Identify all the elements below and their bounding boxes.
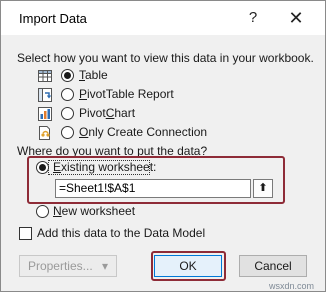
properties-label: Properties... bbox=[27, 259, 93, 273]
collapse-dialog-button[interactable]: ⬆ bbox=[253, 179, 273, 198]
pivottable-option-label[interactable]: PivotTable Report bbox=[79, 87, 174, 101]
cell-reference-input[interactable]: =Sheet1!$A$1 bbox=[55, 179, 251, 198]
pivottable-icon bbox=[37, 87, 53, 103]
dialog-title: Import Data bbox=[19, 11, 87, 26]
new-worksheet-radio[interactable] bbox=[36, 205, 49, 218]
dropdown-arrow-icon: ▾ bbox=[102, 259, 109, 273]
properties-button: Properties... ▾ bbox=[19, 255, 117, 277]
pivotchart-icon bbox=[37, 106, 53, 122]
connection-radio[interactable] bbox=[61, 126, 74, 139]
cancel-button[interactable]: Cancel bbox=[239, 255, 307, 277]
table-option-label[interactable]: Table bbox=[79, 68, 108, 82]
table-radio[interactable] bbox=[61, 69, 74, 82]
help-button[interactable]: ? bbox=[241, 7, 265, 29]
connection-option-label[interactable]: Only Create Connection bbox=[79, 125, 207, 139]
table-icon bbox=[37, 68, 53, 84]
data-model-label[interactable]: Add this data to the Data Model bbox=[37, 226, 205, 240]
import-data-dialog: Import Data ? ✕ Select how you want to v… bbox=[0, 0, 326, 292]
title-bar: Import Data ? ✕ bbox=[1, 1, 325, 35]
data-model-checkbox[interactable] bbox=[19, 227, 32, 240]
pivottable-radio[interactable] bbox=[61, 88, 74, 101]
watermark: wsxdn.com bbox=[269, 281, 315, 291]
view-prompt: Select how you want to view this data in… bbox=[17, 51, 314, 65]
new-worksheet-label[interactable]: New worksheet bbox=[53, 204, 135, 218]
pivotchart-option-label[interactable]: PivotChart bbox=[79, 106, 135, 120]
existing-worksheet-radio[interactable] bbox=[36, 161, 49, 174]
ok-button[interactable]: OK bbox=[154, 255, 222, 277]
existing-worksheet-label[interactable]: Existing worksheet: bbox=[53, 160, 156, 174]
connection-icon bbox=[37, 125, 53, 141]
close-button[interactable]: ✕ bbox=[284, 7, 308, 29]
arrow-up-icon: ⬆ bbox=[258, 182, 268, 194]
pivotchart-radio[interactable] bbox=[61, 107, 74, 120]
